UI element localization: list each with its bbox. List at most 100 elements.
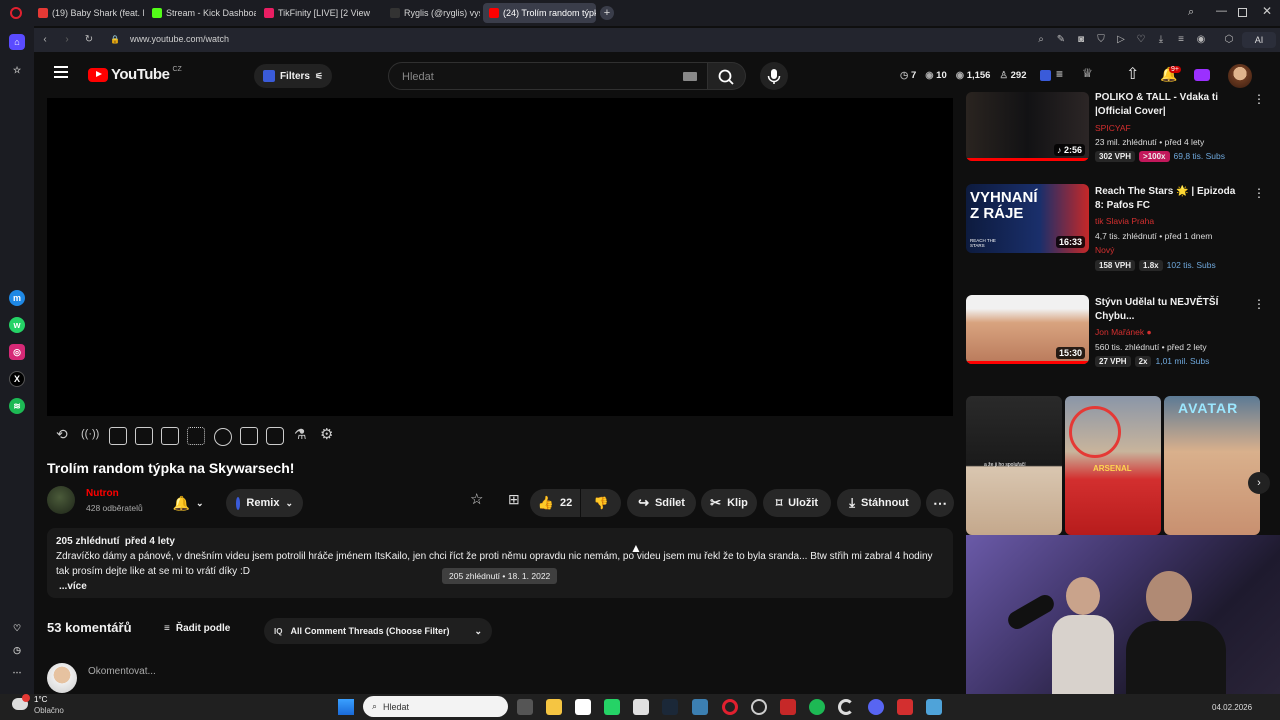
edit-icon[interactable]: ✎ bbox=[1054, 33, 1068, 47]
browser-tab[interactable]: (19) Baby Shark (feat. Rob bbox=[32, 3, 144, 23]
save-button[interactable]: ⌑ Uložit bbox=[763, 489, 831, 517]
favorite-star-icon[interactable]: ☆ bbox=[470, 490, 483, 508]
x-icon[interactable]: X bbox=[9, 371, 25, 387]
history-icon[interactable]: ◷ bbox=[9, 642, 25, 658]
voice-search-button[interactable] bbox=[760, 62, 788, 90]
spotify-icon[interactable]: ≋ bbox=[9, 398, 25, 414]
flask-icon[interactable]: ⚗ bbox=[294, 426, 307, 443]
like-button[interactable]: 👍 22 bbox=[530, 489, 580, 517]
clip-button[interactable]: ✂ Klip bbox=[701, 489, 757, 517]
pip-icon[interactable] bbox=[161, 427, 179, 445]
reload-icon[interactable]: ↻ bbox=[82, 33, 96, 47]
whatsapp-icon[interactable]: w bbox=[9, 317, 25, 333]
app-icon[interactable] bbox=[897, 699, 913, 715]
youtube-logo[interactable]: YouTube CZ bbox=[88, 66, 182, 83]
search-box[interactable]: Hledat bbox=[388, 62, 708, 90]
opera-icon[interactable] bbox=[722, 699, 738, 715]
close-icon[interactable]: ✕ bbox=[1262, 4, 1272, 18]
whatsapp-app-icon[interactable] bbox=[604, 699, 620, 715]
notion-icon[interactable] bbox=[575, 699, 591, 715]
shorts-thumbnail[interactable]: ARSENAL bbox=[1065, 396, 1161, 535]
extensions-icon[interactable]: ⬡ bbox=[1222, 33, 1236, 47]
tab-search-icon[interactable]: ⌕ bbox=[1188, 6, 1194, 19]
forward-icon[interactable]: › bbox=[60, 33, 74, 47]
more-vert-icon[interactable]: ⋮ bbox=[1253, 92, 1265, 106]
app-icon[interactable] bbox=[780, 699, 796, 715]
dislike-button[interactable]: 👎 bbox=[581, 489, 621, 517]
home-icon[interactable]: ⌂ bbox=[9, 34, 25, 50]
related-video-card[interactable]: ♪ 2:56 POLIKO & TALL - Vdaka ti |Officia… bbox=[966, 92, 1265, 178]
comment-filter-dropdown[interactable]: IQ All Comment Threads (Choose Filter) ⌄ bbox=[264, 618, 492, 644]
steam-icon[interactable] bbox=[662, 699, 678, 715]
add-icon[interactable] bbox=[240, 427, 258, 445]
more-vert-icon[interactable]: ⋮ bbox=[1253, 186, 1265, 200]
filters-button[interactable]: Filters ⚟ bbox=[254, 64, 332, 88]
camera-icon[interactable]: ◙ bbox=[1074, 33, 1088, 47]
back-icon[interactable]: ‹ bbox=[38, 33, 52, 47]
iq-icon[interactable] bbox=[1040, 70, 1051, 81]
heart-outline-icon[interactable]: ♡ bbox=[1134, 33, 1148, 47]
settings-gear-icon[interactable]: ⚙ bbox=[320, 425, 333, 443]
app-icon[interactable] bbox=[926, 699, 942, 715]
spotify-app-icon[interactable] bbox=[809, 699, 825, 715]
list-icon[interactable]: ≡ bbox=[1056, 67, 1063, 81]
menu-icon[interactable]: ≡ bbox=[1174, 33, 1188, 47]
discord-icon[interactable] bbox=[868, 699, 884, 715]
download-icon[interactable]: ⤓ bbox=[1154, 33, 1168, 47]
obs-icon[interactable] bbox=[751, 699, 767, 715]
hide-icon[interactable] bbox=[109, 427, 127, 445]
clapper-icon[interactable] bbox=[135, 427, 153, 445]
app-icon[interactable] bbox=[633, 699, 649, 715]
heart-icon[interactable]: ♡ bbox=[9, 620, 25, 636]
ai-button[interactable]: AI bbox=[1242, 32, 1276, 48]
url-field[interactable]: www.youtube.com/watch bbox=[130, 34, 229, 44]
download-button[interactable]: ⤓ Stáhnout bbox=[837, 489, 921, 517]
screenshot-icon[interactable] bbox=[266, 427, 284, 445]
keyboard-icon[interactable] bbox=[683, 72, 697, 81]
trophy-icon[interactable]: ♕ bbox=[1082, 66, 1093, 80]
browser-tab[interactable]: Ryglis (@ryglis) vysílá bbox=[384, 3, 480, 23]
hamburger-menu-icon[interactable] bbox=[54, 66, 68, 78]
play-icon[interactable]: ▷ bbox=[1114, 33, 1128, 47]
notification-bell-button[interactable]: 🔔 ⌄ bbox=[162, 489, 214, 517]
grid-view-icon[interactable]: ⊞ bbox=[508, 491, 520, 508]
start-icon[interactable] bbox=[338, 699, 354, 715]
description-box[interactable]: 205 zhlédnutí před 4 lety Zdravíčko dámy… bbox=[47, 528, 953, 598]
browser-tab[interactable]: Stream - Kick Dashboard bbox=[146, 3, 256, 23]
remix-button[interactable]: Remix ⌄ bbox=[226, 489, 303, 517]
browser-tab[interactable]: TikFinity [LIVE] [2 Viewers] bbox=[258, 3, 370, 23]
more-actions-button[interactable]: ⋯ bbox=[926, 489, 954, 517]
search-page-icon[interactable]: ⌕ bbox=[1034, 33, 1048, 47]
video-player[interactable] bbox=[47, 98, 953, 416]
broadcast-icon[interactable]: ((·)) bbox=[81, 428, 99, 440]
opera-logo-icon[interactable] bbox=[10, 7, 22, 19]
share-button[interactable]: ↪ Sdílet bbox=[627, 489, 696, 517]
more-vert-icon[interactable]: ⋮ bbox=[1253, 297, 1265, 311]
speed-icon[interactable] bbox=[214, 428, 232, 446]
grid-icon[interactable] bbox=[187, 427, 205, 445]
search-button[interactable] bbox=[708, 62, 746, 90]
upload-icon[interactable]: ⇧ bbox=[1126, 64, 1139, 84]
purple-extension-icon[interactable] bbox=[1194, 69, 1210, 81]
loop-icon[interactable]: ⟲ bbox=[56, 426, 68, 443]
minimize-icon[interactable]: — bbox=[1216, 5, 1227, 17]
ccleaner-icon[interactable] bbox=[838, 699, 854, 715]
task-view-icon[interactable] bbox=[517, 699, 533, 715]
avatar[interactable] bbox=[1228, 64, 1252, 88]
sort-button[interactable]: ≡ Řadit podle bbox=[164, 623, 230, 634]
maximize-icon[interactable] bbox=[1238, 8, 1247, 17]
related-video-card[interactable]: 15:30 Stývn Udělal tu NEJVĚTŠÍ Chybu... … bbox=[966, 295, 1265, 375]
messenger-icon[interactable]: m bbox=[9, 290, 25, 306]
new-tab-icon[interactable]: + bbox=[600, 6, 614, 20]
related-video-card[interactable]: VYHNANÍ Z RÁJE REACH THE STARS 16:33 Rea… bbox=[966, 184, 1265, 271]
file-explorer-icon[interactable] bbox=[546, 699, 562, 715]
comment-input[interactable]: Okomentovat... bbox=[88, 666, 156, 677]
browser-tab-active[interactable]: (24) Trolím random týpka bbox=[483, 3, 596, 23]
profile-icon[interactable]: ◉ bbox=[1194, 33, 1208, 47]
instagram-icon[interactable]: ◎ bbox=[9, 344, 25, 360]
more-icon[interactable]: ⋯ bbox=[9, 664, 25, 680]
shield-icon[interactable]: ⛉ bbox=[1094, 33, 1108, 47]
taskbar-search[interactable]: ⌕ Hledat bbox=[363, 696, 508, 717]
channel-avatar[interactable] bbox=[47, 486, 75, 514]
next-arrow-button[interactable]: › bbox=[1248, 472, 1270, 494]
